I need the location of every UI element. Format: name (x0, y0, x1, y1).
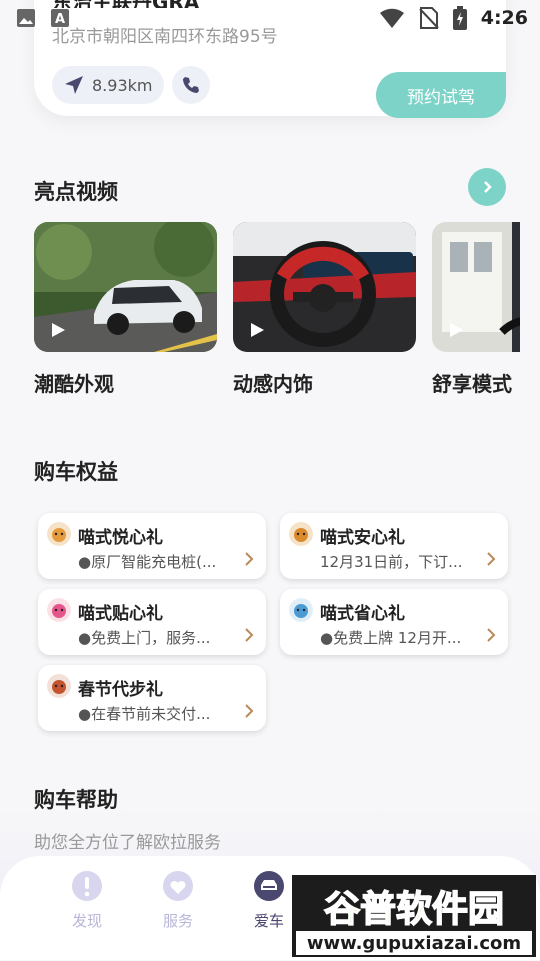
tab-label: 发现 (71, 912, 102, 930)
benefit-title: 喵式安心礼 (320, 528, 405, 548)
video-card-interior[interactable]: 动感内饰 (233, 222, 416, 396)
navigate-icon (65, 76, 83, 94)
benefit-card[interactable]: 喵式贴心礼 ●免费上门，服务... (38, 589, 266, 655)
video-label: 潮酷外观 (34, 372, 114, 396)
benefit-card[interactable]: 喵式悦心礼 ●原厂智能充电桩(... (38, 513, 266, 579)
text-icon: A (51, 9, 69, 27)
watermark-title: 谷普软件园 (324, 889, 504, 930)
cat-mascot-icon (289, 522, 313, 546)
wifi-icon (379, 8, 404, 29)
play-icon (52, 323, 65, 337)
chevron-right-icon (487, 628, 496, 642)
cat-mascot-icon (47, 598, 71, 622)
benefit-title: 喵式省心礼 (320, 604, 405, 624)
svg-text:A: A (55, 12, 65, 27)
tab-service[interactable]: 服务 (143, 870, 213, 931)
benefit-desc: ●免费上牌 12月开... (320, 629, 462, 647)
tab-label: 服务 (162, 912, 193, 930)
watermark-logo: 谷普软件园 www.gupuxiazai.com (292, 875, 536, 957)
call-button[interactable] (172, 66, 210, 104)
video-label: 舒享模式 (432, 372, 512, 396)
chevron-right-icon (484, 181, 492, 193)
benefit-title: 喵式悦心礼 (78, 528, 163, 548)
help-subtitle: 助您全方位了解欧拉服务 (34, 833, 221, 853)
benefit-title: 春节代步礼 (78, 680, 163, 700)
benefit-card[interactable]: 春节代步礼 ●在春节前未交付... (38, 665, 266, 731)
benefit-desc: ●在春节前未交付... (78, 705, 211, 723)
video-carousel[interactable]: 潮酷外观 动感内饰 舒享模式 (34, 222, 520, 402)
play-icon (251, 323, 264, 337)
video-card-exterior[interactable]: 潮酷外观 (34, 222, 217, 396)
cat-mascot-icon (289, 598, 313, 622)
no-sim-icon (419, 7, 439, 29)
book-test-drive-button[interactable]: 预约试驾 (376, 72, 506, 118)
video-label: 动感内饰 (233, 372, 313, 396)
benefit-card[interactable]: 喵式省心礼 ●免费上牌 12月开... (280, 589, 508, 655)
video-thumbnail (233, 222, 416, 352)
chevron-right-icon (245, 704, 254, 718)
battery-icon (452, 6, 467, 30)
cat-mascot-icon (47, 674, 71, 698)
discover-icon (72, 871, 102, 901)
help-section-title: 购车帮助 (34, 788, 118, 812)
video-thumbnail (34, 222, 217, 352)
benefit-desc: ●免费上门，服务... (78, 629, 211, 647)
video-card-comfort[interactable]: 舒享模式 (432, 222, 520, 396)
tab-discover[interactable]: 发现 (52, 870, 122, 931)
gallery-icon (17, 9, 35, 27)
distance-label: 8.93km (92, 75, 153, 95)
play-icon (450, 323, 463, 337)
clock: 4:26 (480, 7, 528, 29)
watermark-url: www.gupuxiazai.com (307, 933, 521, 954)
service-heart-icon (163, 871, 193, 901)
chevron-right-icon (487, 552, 496, 566)
videos-more-button[interactable] (468, 168, 506, 206)
cat-mascot-icon (47, 522, 71, 546)
status-bar: A 4:26 (0, 0, 540, 34)
benefit-title: 喵式贴心礼 (78, 604, 163, 624)
videos-section-title: 亮点视频 (34, 180, 118, 204)
chevron-right-icon (245, 552, 254, 566)
chevron-right-icon (245, 628, 254, 642)
distance-button[interactable]: 8.93km (52, 66, 165, 104)
benefit-desc: ●原厂智能充电桩(... (78, 553, 217, 571)
video-thumbnail (432, 222, 520, 352)
car-icon (254, 871, 284, 901)
phone-icon (183, 77, 199, 93)
benefit-desc: 12月31日前，下订... (320, 553, 463, 571)
benefits-section-title: 购车权益 (34, 460, 118, 484)
benefit-card[interactable]: 喵式安心礼 12月31日前，下订... (280, 513, 508, 579)
